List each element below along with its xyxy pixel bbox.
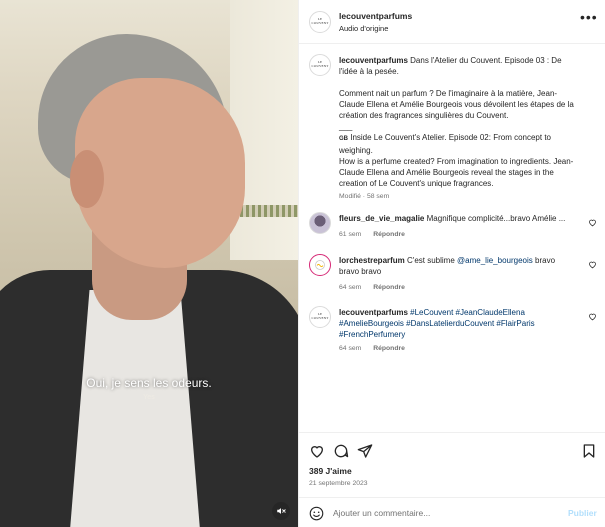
commenter-username[interactable]: lecouventparfums [339,308,408,317]
commenter-username[interactable]: lorchestreparfum [339,256,405,265]
author-avatar[interactable]: LE COUVENT [309,11,331,33]
audio-link[interactable]: Audio d'origine [339,24,388,33]
heart-icon[interactable] [588,312,597,321]
comment-meta: 61 sem Répondre [339,231,415,238]
brand-logo: LE COUVENT [311,17,329,25]
caption-body-fr: Comment nait un parfum ? De l'imaginaire… [339,89,574,120]
comment-time: 64 sem [339,284,362,291]
video-person-ear [70,150,104,208]
caption-title-en: Inside Le Couvent's Atelier. Episode 02:… [339,133,551,155]
comment-text: lecouventparfums #LeCouvent #JeanClaudeE… [339,307,577,340]
mute-button[interactable] [272,502,290,520]
caption-body-en: How is a perfume created? From imaginati… [339,157,574,188]
post-date: 21 septembre 2023 [309,480,368,487]
more-options-button[interactable]: ••• [580,9,598,25]
caption-text: lecouventparfums Dans l'Atelier du Couve… [339,55,577,202]
gb-flag-icon: GB [339,136,348,142]
commenter-avatar[interactable] [309,254,331,276]
comment-input[interactable] [333,505,553,521]
comment-body: Magnifique complicité...bravo Amélie ... [426,214,566,223]
bookmark-icon[interactable] [581,443,597,459]
comment-meta: 64 sem Répondre [339,284,415,291]
video-subtitle: Oui, je sens les odeurs. [86,376,212,390]
video-person-shirt [70,290,200,527]
comment-item: LE COUVENT lecouventparfums #LeCouvent #… [309,306,599,364]
comment-text: fleurs_de_vie_magalie Magnifique complic… [339,213,579,224]
background-bottles [240,205,298,217]
caption-modified: Modifié · 58 sem [339,193,390,200]
reply-button[interactable]: Répondre [373,284,405,291]
caption-separator: ___ [339,122,353,131]
comment-meta: 64 sem Répondre [339,345,415,352]
send-icon[interactable] [357,443,373,459]
heart-icon[interactable] [588,260,597,269]
comment-item: lorchestreparfum C'est sublime @ame_lie_… [309,254,599,300]
commenter-username[interactable]: fleurs_de_vie_magalie [339,214,424,223]
background-shelf [230,0,298,260]
wave-logo-icon [315,260,325,270]
comment-time: 61 sem [339,231,362,238]
post-side-panel: LE COUVENT lecouventparfums Audio d'orig… [298,0,605,527]
commenter-avatar[interactable]: LE COUVENT [309,306,331,328]
caption-avatar[interactable]: LE COUVENT [309,54,331,76]
comment-item: fleurs_de_vie_magalie Magnifique complic… [309,212,599,246]
post-header: LE COUVENT lecouventparfums Audio d'orig… [299,0,605,44]
video-subtitle-translation: Yes [143,394,155,401]
brand-logo: LE COUVENT [311,60,329,68]
comment-body: C'est sublime [407,256,455,265]
more-horizontal-icon: ••• [580,9,598,25]
author-username[interactable]: lecouventparfums [339,11,412,21]
publish-button[interactable]: Publier [568,508,597,518]
comment-time: 64 sem [339,345,362,352]
comments-list[interactable]: LE COUVENT lecouventparfums Dans l'Ateli… [299,44,605,432]
commenter-avatar[interactable] [309,212,331,234]
caption-username[interactable]: lecouventparfums [339,56,408,65]
emoji-smile-icon[interactable] [309,506,324,521]
mention-link[interactable]: @ame_lie_bourgeois [457,256,533,265]
comment-icon[interactable] [333,443,349,459]
likes-count[interactable]: 389 J'aime [309,466,352,476]
add-comment-bar: Publier [299,497,605,527]
post-caption: LE COUVENT lecouventparfums Dans l'Ateli… [309,54,599,204]
heart-icon[interactable] [588,218,597,227]
speaker-muted-icon [277,508,286,514]
heart-icon[interactable] [309,443,325,459]
brand-logo: LE COUVENT [311,312,329,320]
reply-button[interactable]: Répondre [373,345,405,352]
comment-text: lorchestreparfum C'est sublime @ame_lie_… [339,255,577,277]
post-video[interactable]: Oui, je sens les odeurs. Yes [0,0,298,527]
reply-button[interactable]: Répondre [373,231,405,238]
